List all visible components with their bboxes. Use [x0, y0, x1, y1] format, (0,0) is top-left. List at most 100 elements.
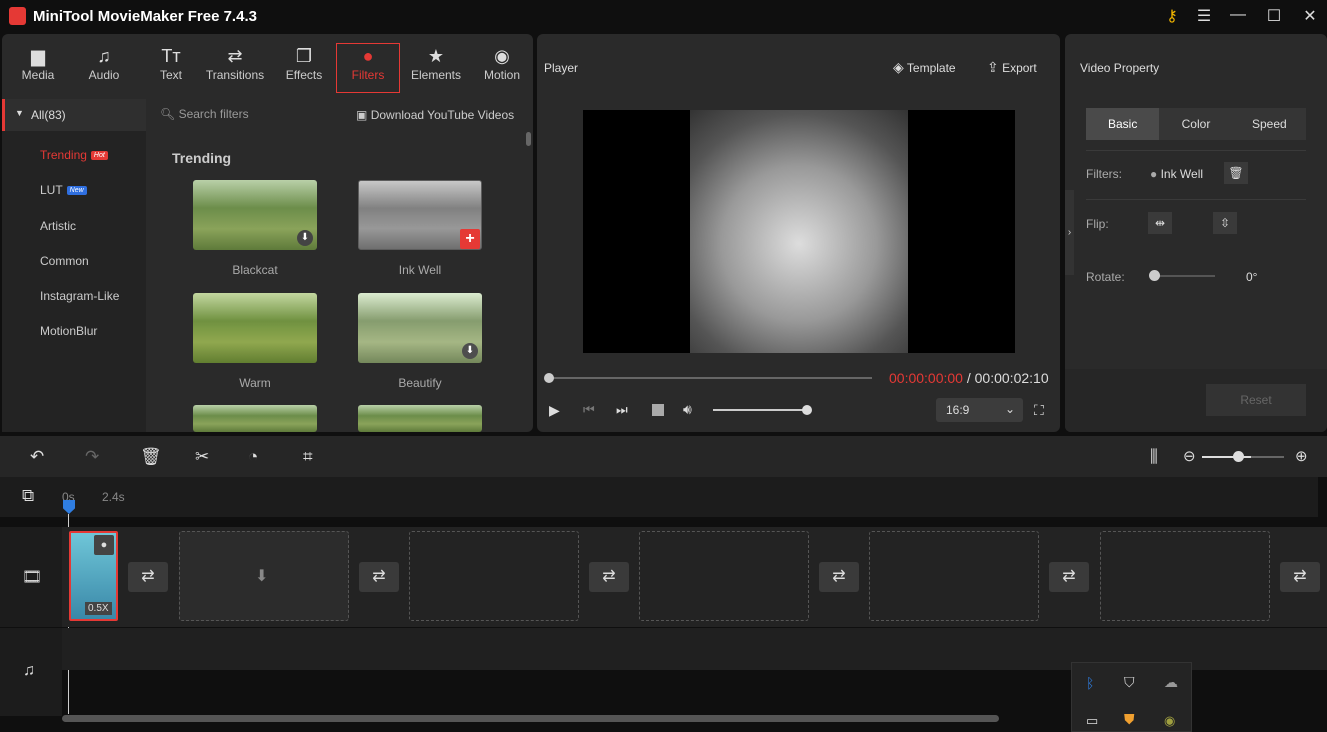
- tab-audio[interactable]: ♫ Audio: [72, 44, 136, 94]
- transition-slot-button[interactable]: ⇄: [1049, 562, 1089, 592]
- delete-icon[interactable]: 🗑︎: [140, 447, 162, 467]
- category-common[interactable]: Common: [40, 254, 89, 268]
- applied-filter: ● Ink Well: [1150, 167, 1204, 181]
- drop-slot[interactable]: ⬇: [179, 531, 349, 621]
- tab-elements[interactable]: ★ Elements: [404, 44, 468, 94]
- tab-transitions[interactable]: ⇄ Transitions: [203, 44, 267, 94]
- reset-button[interactable]: Reset: [1206, 384, 1306, 416]
- volume-slider[interactable]: [713, 409, 807, 411]
- zoom-in-icon[interactable]: ⊕: [1295, 447, 1308, 465]
- download-icon[interactable]: ⬇: [297, 230, 313, 246]
- tab-text[interactable]: Tт Text: [139, 44, 203, 94]
- player-title: Player: [544, 61, 579, 75]
- cloud-off-icon[interactable]: ☁: [1164, 674, 1178, 691]
- timeline-zoom-handle[interactable]: [1233, 451, 1244, 462]
- volume-handle[interactable]: [802, 405, 812, 415]
- transition-icon: ⇄: [227, 46, 243, 66]
- volume-icon[interactable]: 🔊︎: [683, 401, 692, 418]
- next-frame-button[interactable]: ⏭: [616, 402, 628, 418]
- aspect-ratio-select[interactable]: 16:9 ⌄: [936, 398, 1023, 422]
- delete-filter-icon[interactable]: 🗑︎: [1224, 162, 1248, 184]
- timeline-scrollbar[interactable]: [62, 715, 999, 722]
- category-instagram-like[interactable]: Instagram-Like: [40, 289, 119, 303]
- empty-slot[interactable]: [639, 531, 809, 621]
- filter-warm[interactable]: [193, 293, 317, 363]
- crop-icon[interactable]: ⌗: [303, 447, 313, 467]
- video-clip[interactable]: ● 0.5X: [69, 531, 118, 621]
- download-youtube-button[interactable]: ▣ Download YouTube Videos: [356, 108, 514, 122]
- transition-slot-button[interactable]: ⇄: [1280, 562, 1320, 592]
- property-title: Video Property: [1080, 61, 1160, 75]
- export-icon: ⇪: [987, 59, 999, 75]
- tab-basic[interactable]: Basic: [1086, 108, 1160, 140]
- preview-frame: [690, 110, 908, 353]
- split-icon[interactable]: ✂: [195, 447, 209, 467]
- transition-slot-button[interactable]: ⇄: [359, 562, 399, 592]
- fit-timeline-icon[interactable]: ⫼: [1150, 447, 1158, 467]
- collapse-panel-handle[interactable]: ›: [1065, 190, 1074, 275]
- template-button[interactable]: ◈ Template: [893, 59, 956, 76]
- tab-motion[interactable]: ◉ Motion: [470, 44, 534, 94]
- security-warning-icon[interactable]: ⛉: [1124, 674, 1135, 691]
- filters-icon: ●: [362, 46, 374, 66]
- play-button[interactable]: ▶: [549, 402, 560, 419]
- tab-color[interactable]: Color: [1159, 108, 1232, 140]
- layers-icon: ◈: [893, 59, 904, 75]
- filter-label: Warm: [239, 376, 271, 390]
- undo-icon[interactable]: ↶: [30, 447, 44, 467]
- stop-button[interactable]: [652, 404, 664, 416]
- filter-label: Blackcat: [232, 263, 278, 277]
- video-preview[interactable]: [583, 110, 1015, 353]
- add-filter-button[interactable]: +: [460, 229, 480, 249]
- filter-beautify[interactable]: ⬇: [358, 293, 482, 363]
- fullscreen-icon[interactable]: ⛶: [1034, 402, 1044, 419]
- filter-thumbnail[interactable]: [358, 405, 482, 432]
- rotate-slider[interactable]: [1155, 275, 1215, 277]
- empty-slot[interactable]: [409, 531, 579, 621]
- search-filters[interactable]: 🔍︎ Search filters: [160, 107, 249, 121]
- flip-vertical-icon[interactable]: ⇳: [1213, 212, 1237, 234]
- filter-blackcat[interactable]: ⬇: [193, 180, 317, 250]
- shield-app-icon[interactable]: ⛊: [1124, 711, 1135, 728]
- add-track-icon[interactable]: ⧉: [22, 486, 34, 506]
- download-icon[interactable]: ⬇: [462, 343, 478, 359]
- tab-effects[interactable]: ❐ Effects: [272, 44, 336, 94]
- transition-slot-button[interactable]: ⇄: [128, 562, 168, 592]
- category-motionblur[interactable]: MotionBlur: [40, 324, 97, 338]
- transition-slot-button[interactable]: ⇄: [589, 562, 629, 592]
- filter-thumbnail[interactable]: [193, 405, 317, 432]
- zoom-out-icon[interactable]: ⊖: [1183, 447, 1196, 465]
- library-scrollbar[interactable]: [526, 132, 531, 146]
- app-logo: [9, 7, 26, 25]
- key-icon[interactable]: ⚷: [1160, 6, 1184, 28]
- camera-icon[interactable]: ▭: [1086, 713, 1098, 729]
- category-all[interactable]: ▼ All(83): [2, 99, 146, 131]
- flip-horizontal-icon[interactable]: ⇹: [1148, 212, 1172, 234]
- previous-frame-button[interactable]: ⏮: [583, 402, 595, 418]
- empty-slot[interactable]: [869, 531, 1039, 621]
- rotate-handle[interactable]: [1149, 270, 1160, 281]
- maximize-button[interactable]: ☐: [1262, 6, 1286, 28]
- speed-icon[interactable]: ◔: [248, 447, 258, 467]
- category-lut[interactable]: LUT New: [40, 183, 87, 197]
- empty-slot[interactable]: [1100, 531, 1270, 621]
- tab-filters[interactable]: ● Filters: [336, 43, 400, 93]
- bluetooth-icon[interactable]: ᛒ: [1086, 675, 1094, 691]
- export-button[interactable]: ⇪ Export: [987, 59, 1037, 76]
- tab-media[interactable]: ▆ Media: [6, 44, 70, 94]
- minimize-button[interactable]: —: [1226, 6, 1250, 28]
- category-trending[interactable]: Trending Hot: [40, 148, 108, 162]
- motion-icon: ◉: [494, 46, 510, 66]
- category-artistic[interactable]: Artistic: [40, 219, 76, 233]
- property-tabs: Basic Color Speed: [1086, 108, 1306, 140]
- menu-icon[interactable]: ☰: [1192, 6, 1216, 28]
- music-icon: ♫: [97, 46, 111, 66]
- close-button[interactable]: ✕: [1298, 6, 1322, 28]
- tab-speed[interactable]: Speed: [1233, 108, 1306, 140]
- seek-handle[interactable]: [544, 373, 554, 383]
- filter-applied-icon: ●: [94, 535, 114, 555]
- nvidia-icon[interactable]: ◉: [1164, 713, 1175, 729]
- seek-bar[interactable]: [549, 377, 872, 379]
- redo-icon[interactable]: ↷: [85, 447, 99, 467]
- transition-slot-button[interactable]: ⇄: [819, 562, 859, 592]
